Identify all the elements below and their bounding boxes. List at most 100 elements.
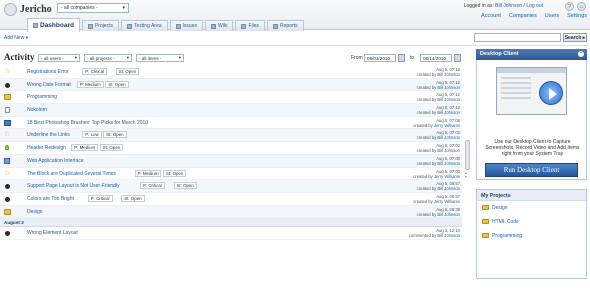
items-filter-value: - all items - [139, 55, 162, 61]
tab-dashboard[interactable]: Dashboard [27, 18, 80, 32]
activity-item-link[interactable]: Registrations Error [27, 69, 69, 75]
scroll-arrows-icon[interactable]: ▴ ▾ [465, 171, 467, 179]
activity-user-link[interactable]: Bill Johnson [437, 97, 460, 102]
priority-badge: P: Critical [82, 68, 108, 75]
activity-item-link[interactable]: Header Redesign [27, 145, 66, 151]
activity-user-link[interactable]: Bill Johnson [437, 135, 460, 140]
from-date-field[interactable]: 08/03/2010 [364, 54, 396, 62]
activity-item-link[interactable]: Design [27, 209, 43, 215]
wiki-icon [211, 23, 216, 29]
window-content [501, 77, 531, 102]
activity-item-link[interactable]: The Block are Duplicated Several Times [27, 171, 116, 177]
projects-icon [87, 23, 93, 29]
activity-user-link[interactable]: Bill Johnson [437, 110, 460, 115]
activity-meta: Aug 5, 07:00 created by Jerry Williams [413, 169, 460, 179]
tab-reports[interactable]: Reports [267, 20, 304, 31]
project-item-design[interactable]: Design [477, 201, 586, 215]
activity-item-link[interactable]: Nokolom [27, 107, 47, 113]
date-group-header: August 3 [0, 218, 462, 228]
activity-item-link[interactable]: Web Application Interface [27, 158, 84, 164]
activity-item-link[interactable]: 18 Best Photoshop Brushes: Top Picks for… [27, 120, 148, 126]
company-select[interactable]: - all companies - ▾ [57, 3, 129, 13]
app-logo[interactable]: Jericho [4, 3, 52, 16]
items-filter[interactable]: - all items - ▾ [136, 54, 184, 62]
activity-action: created by [413, 198, 433, 204]
activity-action: created by [416, 148, 437, 154]
activity-user-link[interactable]: Jerry Williams [434, 199, 460, 204]
project-label: Design [492, 205, 508, 211]
activity-item-link[interactable]: Wrong Date Format [27, 82, 71, 88]
activity-user-link[interactable]: Bill Johnson [437, 233, 460, 238]
activity-row: Programming Aug 5, 07:12 created by Bill J… [0, 91, 462, 105]
run-desktop-client-button[interactable]: Run Desktop Client [485, 163, 578, 177]
search-button[interactable]: Search ▸ [563, 33, 587, 42]
activity-row: Design Aug 5, 06:39 created by Bill Johnso… [0, 205, 462, 219]
activity-user-link[interactable]: Bill Johnson [437, 161, 460, 166]
search-input[interactable] [474, 33, 561, 42]
help-icon[interactable]: ? [565, 2, 574, 11]
scrollbar-handle[interactable] [465, 140, 470, 170]
activity-row: Wrong Element Layout Aug 3, 12:10 commente… [0, 227, 462, 240]
bug-icon [5, 196, 10, 202]
activity-list: ☆ Registrations Error P: Critical St: Open A… [0, 66, 462, 293]
status-badge: St: Open [103, 131, 127, 139]
tab-files[interactable]: Files [235, 20, 266, 31]
tab-label: Projects [94, 23, 114, 29]
activity-user-link[interactable]: Jerry Williams [434, 123, 460, 128]
activity-meta: Aug 5, 07:08 created by Jerry Williams [413, 118, 460, 128]
tab-wiki[interactable]: Wiki [205, 20, 234, 31]
users-filter[interactable]: - all users - ▾ [38, 54, 80, 62]
logout-link[interactable]: Log out [526, 3, 543, 9]
my-projects-panel: My Projects Design HTML Code Programming [476, 189, 587, 279]
priority-badge: P: Medium [76, 80, 104, 88]
calendar-icon[interactable] [454, 54, 461, 62]
activity-row: Wrong Date Format P: Medium St: Open Aug 5,… [0, 78, 462, 92]
activity-row: Header Redesign P: Medium St: Open Aug 5, 0… [0, 142, 462, 155]
users-filter-value: - all users - [41, 55, 64, 61]
tab-testing-area[interactable]: Testing Area [121, 20, 168, 31]
from-label: From [351, 55, 363, 61]
user-name-link[interactable]: Bill Johnson [495, 3, 522, 9]
tab-issues[interactable]: Issues [169, 20, 203, 31]
activity-user-link[interactable]: Bill Johnson [437, 212, 460, 217]
collapse-icon[interactable]: ⌃ [578, 51, 584, 57]
company-select-value: - all companies - [61, 5, 98, 11]
tab-projects[interactable]: Projects [81, 20, 120, 31]
priority-badge: P: Medium [134, 169, 162, 177]
activity-user-link[interactable]: Bill Johnson [437, 148, 460, 153]
activity-action: created by [416, 160, 437, 166]
activity-user-link[interactable]: Bill Johnson [437, 85, 460, 90]
dashboard-icon [33, 23, 38, 28]
users-link[interactable]: Users [545, 13, 559, 19]
activity-item-link[interactable]: Support Page Layout is Not User-Friendly [27, 183, 120, 189]
activity-user-link[interactable]: Jerry Williams [434, 174, 460, 179]
chevron-down-icon: ▾ [122, 5, 125, 11]
account-link[interactable]: Account [481, 13, 501, 19]
to-date-field[interactable]: 08/14/2010 [420, 54, 452, 62]
activity-row: Support Page Layout is Not User-Friendly… [0, 180, 462, 193]
add-new-button[interactable]: Add New ▾ [4, 35, 28, 41]
activity-row: Web Application Interface Aug 5, 07:00 cre… [0, 154, 462, 168]
priority-badge: P: Low [82, 131, 102, 139]
settings-link[interactable]: Settings [567, 13, 587, 19]
status-badge: St: Open [173, 182, 197, 190]
activity-meta: Aug 5, 07:12 created by Bill Johnson [417, 92, 460, 102]
activity-user-link[interactable]: Bill Johnson [437, 72, 460, 77]
project-item-programming[interactable]: Programming [477, 229, 586, 243]
activity-row: Colors are Too Bright P: Critical St: Open… [0, 193, 462, 206]
projects-filter[interactable]: - all projects - ▾ [84, 54, 132, 62]
calendar-icon[interactable] [398, 54, 405, 62]
project-label: HTML Code [492, 219, 519, 225]
priority-badge: P: Medium [71, 144, 99, 152]
tab-label: Testing Area [134, 23, 162, 29]
status-badge: St: Open [99, 144, 124, 152]
window-titlebar [497, 68, 566, 73]
activity-item-link[interactable]: Colors are Too Bright [27, 196, 74, 202]
activity-user-link[interactable]: Bill Johnson [437, 186, 460, 191]
activity-item-link[interactable]: Wrong Element Layout [27, 230, 78, 236]
activity-item-link[interactable]: Programming [27, 94, 57, 100]
lock-icon[interactable]: ⌂ [577, 2, 586, 11]
companies-link[interactable]: Companies [509, 13, 537, 19]
project-item-html-code[interactable]: HTML Code [477, 215, 586, 229]
activity-item-link[interactable]: Underline the Links [27, 132, 70, 138]
